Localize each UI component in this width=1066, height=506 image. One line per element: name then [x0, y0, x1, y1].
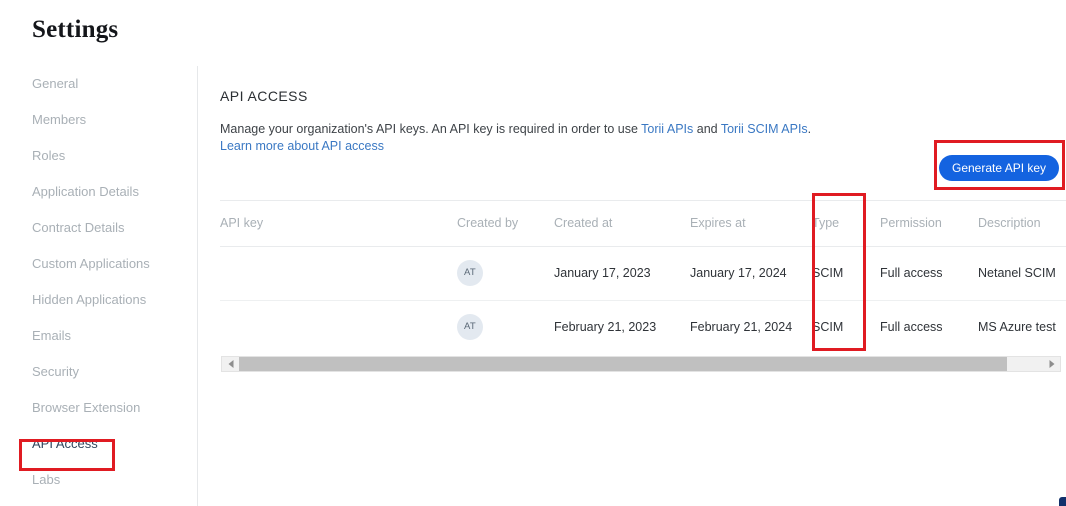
scrollbar-thumb[interactable]	[239, 357, 1007, 371]
sidebar-item-labs[interactable]: Labs	[0, 462, 198, 498]
sidebar-item-application-details[interactable]: Application Details	[0, 174, 198, 210]
section-title: API ACCESS	[220, 88, 308, 104]
sidebar-item-security[interactable]: Security	[0, 354, 198, 390]
sidebar-nav-list: General Members Roles Application Detail…	[0, 66, 198, 498]
cell-permission: Full access	[880, 300, 978, 352]
sidebar-item-label: Security	[32, 364, 79, 379]
torii-apis-link[interactable]: Torii APIs	[641, 122, 693, 136]
sidebar-item-members[interactable]: Members	[0, 102, 198, 138]
cell-api-key	[220, 300, 457, 352]
column-header-permission[interactable]: Permission	[880, 201, 978, 246]
column-header-description[interactable]: Description	[978, 201, 1066, 246]
column-header-created-at[interactable]: Created at	[554, 201, 690, 246]
sidebar-item-label: API Access	[32, 436, 98, 451]
avatar: AT	[457, 314, 483, 340]
table-header-row: API key Created by Created at Expires at…	[220, 201, 1066, 246]
table-horizontal-scrollbar[interactable]	[221, 356, 1061, 372]
sidebar-item-label: Contract Details	[32, 220, 124, 235]
cell-created-at: February 21, 2023	[554, 300, 690, 352]
table-row[interactable]: AT February 21, 2023 February 21, 2024 S…	[220, 300, 1066, 352]
sidebar-item-label: General	[32, 76, 78, 91]
sidebar-item-custom-applications[interactable]: Custom Applications	[0, 246, 198, 282]
cell-permission: Full access	[880, 246, 978, 300]
sidebar-item-label: Members	[32, 112, 86, 127]
cell-created-by: AT	[457, 246, 554, 300]
triangle-left-icon[interactable]	[222, 357, 239, 371]
sidebar-item-label: Application Details	[32, 184, 139, 199]
cell-expires-at: February 21, 2024	[690, 300, 812, 352]
sidebar-item-label: Labs	[32, 472, 60, 487]
api-keys-table-scroll-area[interactable]: API key Created by Created at Expires at…	[220, 200, 1066, 352]
api-access-description: Manage your organization's API keys. An …	[220, 121, 920, 155]
table-head: API key Created by Created at Expires at…	[220, 201, 1066, 246]
support-widget-sliver[interactable]	[1059, 497, 1066, 506]
sidebar-item-label: Custom Applications	[32, 256, 150, 271]
cell-api-key	[220, 246, 457, 300]
column-header-created-by[interactable]: Created by	[457, 201, 554, 246]
description-text-part-1: Manage your organization's API keys. An …	[220, 122, 641, 136]
column-header-expires-at[interactable]: Expires at	[690, 201, 812, 246]
sidebar-item-label: Hidden Applications	[32, 292, 146, 307]
sidebar-item-hidden-applications[interactable]: Hidden Applications	[0, 282, 198, 318]
cell-created-by: AT	[457, 300, 554, 352]
description-text-part-3: .	[808, 122, 811, 136]
settings-page: Settings General Members Roles Applicati…	[0, 0, 1066, 506]
sidebar-item-roles[interactable]: Roles	[0, 138, 198, 174]
triangle-right-icon[interactable]	[1043, 357, 1060, 371]
table-body: AT January 17, 2023 January 17, 2024 SCI…	[220, 246, 1066, 352]
column-header-api-key[interactable]: API key	[220, 201, 457, 246]
torii-scim-apis-link[interactable]: Torii SCIM APIs	[721, 122, 808, 136]
sidebar-item-api-access[interactable]: API Access	[0, 426, 198, 462]
cell-created-at: January 17, 2023	[554, 246, 690, 300]
table-row[interactable]: AT January 17, 2023 January 17, 2024 SCI…	[220, 246, 1066, 300]
cell-type: SCIM	[812, 300, 880, 352]
sidebar-item-general[interactable]: General	[0, 66, 198, 102]
sidebar-item-contract-details[interactable]: Contract Details	[0, 210, 198, 246]
page-title: Settings	[32, 16, 118, 44]
learn-more-about-api-access-link[interactable]: Learn more about API access	[220, 138, 384, 155]
cell-description: Netanel SCIM	[978, 246, 1066, 300]
column-header-type[interactable]: Type	[812, 201, 880, 246]
description-text-part-2: and	[693, 122, 721, 136]
sidebar-item-label: Browser Extension	[32, 400, 140, 415]
sidebar-item-label: Emails	[32, 328, 71, 343]
settings-sidebar: General Members Roles Application Detail…	[0, 66, 198, 506]
sidebar-item-emails[interactable]: Emails	[0, 318, 198, 354]
sidebar-item-browser-extension[interactable]: Browser Extension	[0, 390, 198, 426]
cell-description: MS Azure test	[978, 300, 1066, 352]
cell-expires-at: January 17, 2024	[690, 246, 812, 300]
api-keys-table: API key Created by Created at Expires at…	[220, 201, 1066, 352]
cell-type: SCIM	[812, 246, 880, 300]
sidebar-item-label: Roles	[32, 148, 65, 163]
api-access-panel: API ACCESS Manage your organization's AP…	[199, 66, 1066, 506]
generate-api-key-button[interactable]: Generate API key	[939, 155, 1059, 181]
scrollbar-track[interactable]	[239, 357, 1043, 371]
avatar: AT	[457, 260, 483, 286]
